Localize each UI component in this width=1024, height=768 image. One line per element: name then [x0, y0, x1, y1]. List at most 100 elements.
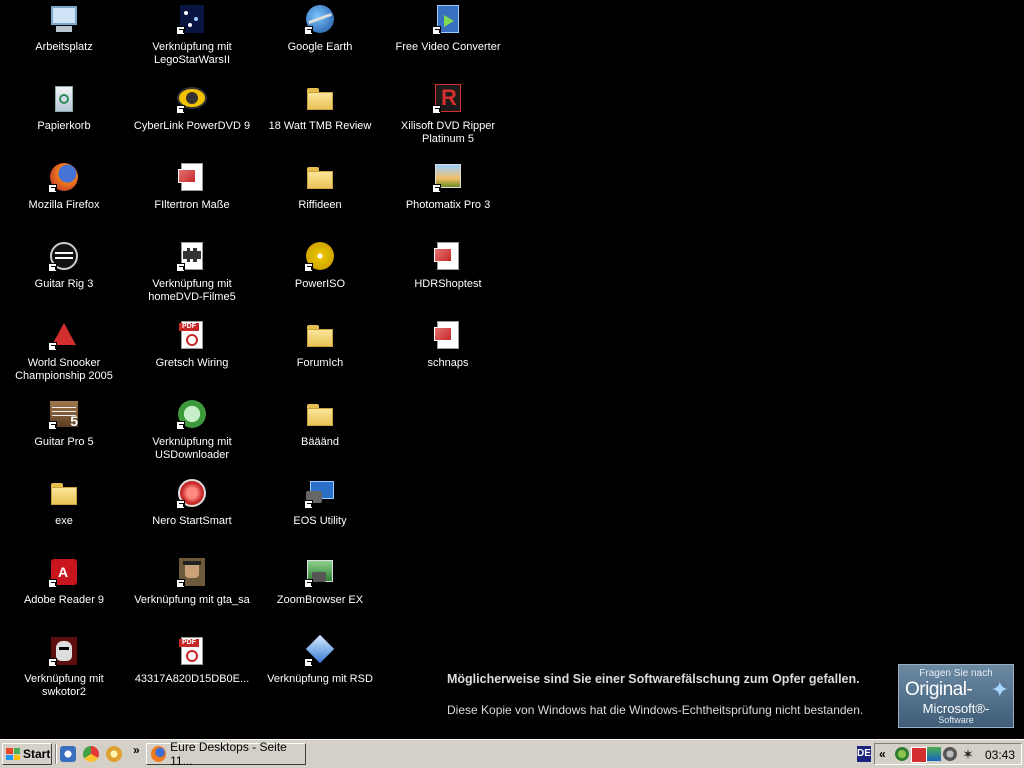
- desktop-icon[interactable]: Free Video Converter: [384, 1, 512, 73]
- computer-icon: [48, 3, 80, 35]
- desktop-icon-label: EOS Utility: [293, 515, 347, 527]
- desktop-icon[interactable]: FIltertron Maße: [128, 159, 256, 231]
- tray-star-icon[interactable]: ✶: [961, 747, 975, 761]
- firefox-icon: [48, 161, 80, 193]
- desktop-icon[interactable]: EOS Utility: [256, 475, 384, 547]
- language-indicator[interactable]: DE: [857, 746, 871, 762]
- xilisoft-icon: R: [432, 82, 464, 114]
- desktop-icon[interactable]: R Xilisoft DVD Ripper Platinum 5: [384, 80, 512, 152]
- desktop-icon[interactable]: Verknüpfung mit gta_sa: [128, 554, 256, 626]
- desktop-icon-label: Bääänd: [301, 436, 339, 448]
- desktop-icon[interactable]: Arbeitsplatz: [0, 1, 128, 73]
- kotor-icon: [48, 635, 80, 667]
- tray-network-icon[interactable]: [927, 747, 941, 761]
- start-button[interactable]: Start: [2, 743, 52, 765]
- shortcut-arrow-icon: [176, 579, 185, 588]
- taskbar-separator: [55, 744, 57, 764]
- desktop-icon[interactable]: Mozilla Firefox: [0, 159, 128, 231]
- desktop-icon[interactable]: Verknüpfung mit swkotor2: [0, 633, 128, 705]
- desktop-icon[interactable]: 5 Guitar Pro 5: [0, 396, 128, 468]
- desktop-icon[interactable]: Bääänd: [256, 396, 384, 468]
- folder-icon: [304, 161, 336, 193]
- desktop-icon-label: 43317A820D15DB0E...: [134, 673, 250, 685]
- desktop-icon[interactable]: Verknüpfung mit USDownloader: [128, 396, 256, 468]
- shortcut-arrow-icon: [176, 421, 185, 430]
- desktop-icon[interactable]: 18 Watt TMB Review: [256, 80, 384, 152]
- logo-line-2: Original-: [905, 679, 973, 700]
- desktop-icon[interactable]: Verknüpfung mit RSD: [256, 633, 384, 705]
- desktop-icon-label: Guitar Rig 3: [34, 278, 94, 290]
- recycle-bin-icon: [48, 82, 80, 114]
- notice-text: Diese Kopie von Windows hat die Windows-…: [447, 703, 864, 717]
- shortcut-arrow-icon: [176, 26, 185, 35]
- shortcut-arrow-icon: [432, 184, 441, 193]
- poweriso-icon: [304, 240, 336, 272]
- desktop-icon-label: Nero StartSmart: [152, 515, 232, 527]
- desktop-icon[interactable]: Verknüpfung mit homeDVD-Filme5: [128, 238, 256, 310]
- desktop-icon-label: Google Earth: [287, 41, 353, 53]
- desktop-icon[interactable]: schnaps: [384, 317, 512, 389]
- quicklaunch-messenger-icon[interactable]: [106, 746, 122, 762]
- tray-adobe-icon[interactable]: [911, 747, 927, 763]
- desktop-icon[interactable]: Photomatix Pro 3: [384, 159, 512, 231]
- desktop-icon[interactable]: Nero StartSmart: [128, 475, 256, 547]
- system-tray: « ✶ 03:43: [874, 743, 1022, 765]
- shortcut-arrow-icon: [48, 658, 57, 667]
- desktop-icon[interactable]: CyberLink PowerDVD 9: [128, 80, 256, 152]
- quicklaunch-ie-icon[interactable]: [60, 746, 76, 762]
- photomatix-icon: [432, 161, 464, 193]
- nero-icon: [176, 477, 208, 509]
- desktop-icon[interactable]: HDRShoptest: [384, 238, 512, 310]
- desktop-icon-label: Arbeitsplatz: [35, 41, 93, 53]
- desktop-icon-label: Guitar Pro 5: [34, 436, 94, 448]
- quicklaunch-chrome-icon[interactable]: [83, 746, 99, 762]
- desktop-icon[interactable]: Google Earth: [256, 1, 384, 73]
- start-label: Start: [23, 747, 51, 761]
- powerdvd-icon: [176, 82, 208, 114]
- desktop-icon-label: Photomatix Pro 3: [405, 199, 491, 211]
- folder-icon: [304, 319, 336, 351]
- genuine-microsoft-logo[interactable]: Fragen Sie nach Original- ✦ Microsoft®- …: [898, 664, 1014, 728]
- desktop-icon[interactable]: Riffideen: [256, 159, 384, 231]
- genuine-advantage-notice[interactable]: Möglicherweise sind Sie einer Softwarefä…: [432, 656, 1020, 736]
- desktop-icon[interactable]: Papierkorb: [0, 80, 128, 152]
- desktop-icon-label: 18 Watt TMB Review: [268, 120, 372, 132]
- desktop-icon[interactable]: ForumIch: [256, 317, 384, 389]
- desktop-icon[interactable]: PDF 43317A820D15DB0E...: [128, 633, 256, 705]
- desktop-icon-label: Verknüpfung mit LegoStarWarsII: [152, 41, 232, 66]
- desktop-icon-label: FIltertron Maße: [154, 199, 230, 211]
- desktop-icon-label: Adobe Reader 9: [23, 594, 105, 606]
- desktop-icon[interactable]: ZoomBrowser EX: [256, 554, 384, 626]
- desktop-icon[interactable]: Verknüpfung mit LegoStarWarsII: [128, 1, 256, 73]
- tray-expand-chevron[interactable]: «: [879, 747, 886, 761]
- shortcut-arrow-icon: [176, 105, 185, 114]
- desktop-icon-label: World Snooker Championship 2005: [15, 357, 113, 382]
- desktop-icon[interactable]: Guitar Rig 3: [0, 238, 128, 310]
- desktop-icon-label: Free Video Converter: [395, 41, 501, 53]
- tray-speaker-icon[interactable]: [943, 747, 957, 761]
- quicklaunch-more-chevron[interactable]: »: [133, 743, 140, 757]
- desktop-icon-label: Verknüpfung mit gta_sa: [134, 594, 250, 606]
- image-document-icon: [432, 240, 464, 272]
- desktop-icon-label: exe: [55, 515, 73, 527]
- image-document-icon: [176, 161, 208, 193]
- shortcut-arrow-icon: [304, 500, 313, 509]
- film-document-icon: [176, 240, 208, 272]
- taskbar-button-firefox[interactable]: Eure Desktops - Seite 11...: [146, 740, 306, 768]
- clock[interactable]: 03:43: [985, 748, 1015, 762]
- shortcut-arrow-icon: [48, 184, 57, 193]
- shortcut-arrow-icon: [432, 105, 441, 114]
- shortcut-arrow-icon: [176, 500, 185, 509]
- desktop-icon-label: Riffideen: [298, 199, 342, 211]
- shortcut-arrow-icon: [304, 263, 313, 272]
- desktop-icon[interactable]: A Adobe Reader 9: [0, 554, 128, 626]
- guitar-rig-icon: [48, 240, 80, 272]
- desktop-icon[interactable]: PowerISO: [256, 238, 384, 310]
- desktop-icon-label: Papierkorb: [37, 120, 91, 132]
- desktop-icon[interactable]: World Snooker Championship 2005: [0, 317, 128, 389]
- desktop-icon[interactable]: PDF Gretsch Wiring: [128, 317, 256, 389]
- desktop-icon[interactable]: exe: [0, 475, 128, 547]
- folder-icon: [48, 477, 80, 509]
- tray-clover-icon[interactable]: [895, 747, 909, 761]
- eos-utility-icon: [304, 477, 336, 509]
